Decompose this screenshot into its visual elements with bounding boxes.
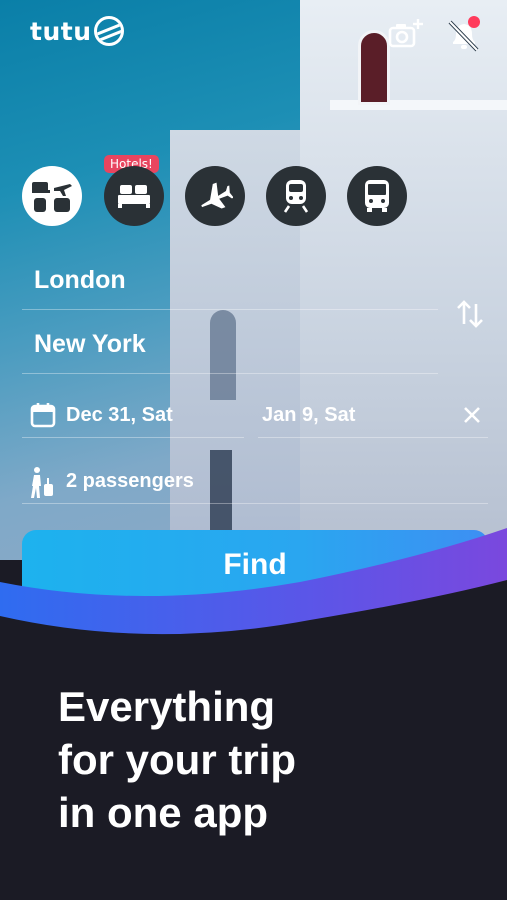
depart-date-value: Dec 31, Sat — [66, 404, 173, 426]
tagline-line-1: Everything — [58, 683, 276, 730]
camera-button[interactable] — [388, 18, 424, 52]
transport-modes — [22, 166, 422, 230]
camera-plus-icon — [388, 19, 423, 48]
notifications-button[interactable] — [444, 16, 484, 54]
swap-button[interactable] — [452, 296, 488, 332]
mode-flights[interactable] — [185, 166, 245, 226]
app-logo: tutu — [30, 16, 124, 46]
train-icon — [283, 180, 309, 213]
from-value: London — [34, 266, 126, 294]
bed-icon — [118, 185, 150, 208]
combo-icon — [32, 182, 72, 212]
from-field[interactable]: London — [22, 256, 438, 310]
to-value: New York — [34, 330, 146, 358]
dates-row: Dec 31, Sat Jan 9, Sat — [22, 394, 488, 438]
tagline-line-2: for your trip — [58, 736, 296, 783]
promo-tagline: Everything for your trip in one app — [58, 680, 478, 839]
return-date-value: Jan 9, Sat — [262, 404, 356, 426]
passengers-value: 2 passengers — [66, 470, 194, 492]
building-ledge — [330, 100, 507, 110]
to-field[interactable]: New York — [22, 320, 438, 374]
bus-icon — [365, 180, 389, 212]
mode-buses[interactable] — [347, 166, 407, 226]
mode-hotels[interactable] — [104, 166, 164, 226]
close-icon[interactable] — [462, 405, 482, 425]
tagline-line-3: in one app — [58, 789, 268, 836]
logo-text: tutu — [30, 16, 92, 46]
swap-arrows-icon — [457, 300, 483, 328]
calendar-icon — [30, 403, 56, 428]
mode-all[interactable] — [22, 166, 82, 226]
depart-date-field[interactable]: Dec 31, Sat — [22, 394, 244, 438]
notification-dot — [468, 16, 480, 28]
mode-trains[interactable] — [266, 166, 326, 226]
wave-decoration — [0, 528, 507, 650]
plane-icon — [201, 182, 233, 209]
top-bar: tutu — [0, 0, 507, 70]
return-date-field[interactable]: Jan 9, Sat — [258, 394, 488, 438]
logo-globe-icon — [93, 16, 124, 46]
passengers-field[interactable]: 2 passengers — [22, 460, 488, 504]
traveler-luggage-icon — [31, 467, 53, 498]
